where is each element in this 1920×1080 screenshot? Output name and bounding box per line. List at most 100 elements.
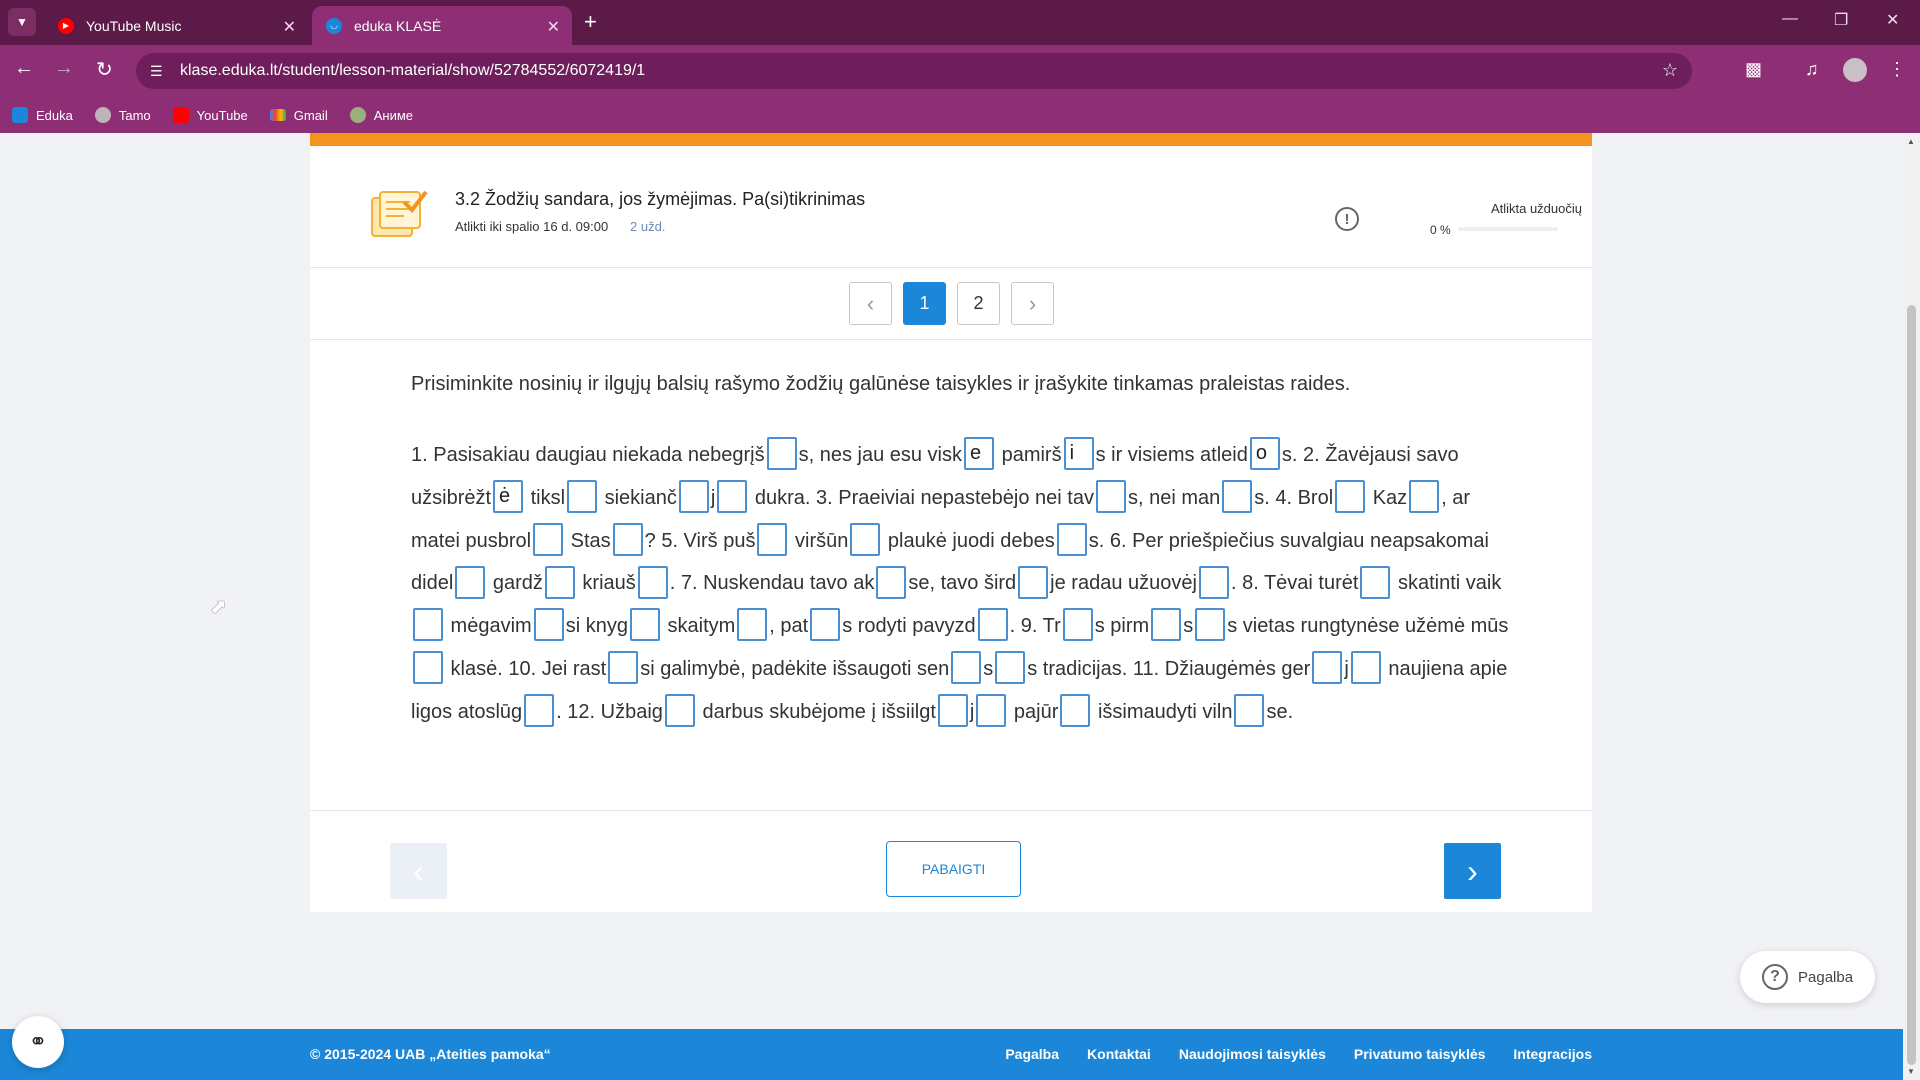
bookmark-anime[interactable]: Аниме — [349, 107, 413, 123]
letter-input[interactable] — [455, 565, 486, 599]
footer-link-integrations[interactable]: Integracijos — [1513, 1046, 1592, 1062]
help-button[interactable]: ? Pagalba — [1740, 951, 1875, 1003]
minimize-icon[interactable]: — — [1782, 10, 1798, 28]
letter-input[interactable] — [533, 522, 564, 556]
report-problem-icon[interactable]: ! — [1335, 207, 1359, 231]
tab-eduka-klase[interactable]: ◡ eduka KLASĖ ✕ — [312, 6, 572, 45]
letter-input[interactable] — [1060, 694, 1091, 727]
pager-page-1[interactable]: 1 — [903, 282, 946, 325]
letter-input[interactable] — [612, 522, 643, 556]
footer-links: Pagalba Kontaktai Naudojimosi taisyklės … — [977, 1046, 1592, 1062]
browser-menu-icon[interactable]: ⋮ — [1888, 59, 1906, 80]
letter-input[interactable] — [995, 651, 1026, 685]
letter-input[interactable] — [544, 565, 575, 599]
progress-percent: 0 % — [1430, 223, 1451, 237]
letter-input[interactable] — [1095, 480, 1126, 514]
previous-task-button[interactable]: ‹ — [390, 843, 447, 899]
footer-link-contacts[interactable]: Kontaktai — [1087, 1046, 1151, 1062]
letter-input[interactable] — [850, 522, 881, 556]
letter-input[interactable] — [567, 480, 598, 514]
letter-input[interactable] — [737, 608, 768, 642]
page-scrollbar[interactable]: ▲ ▼ — [1903, 133, 1920, 1080]
tab-youtube-music[interactable]: ▶ YouTube Music ✕ — [44, 6, 308, 45]
next-task-button[interactable]: › — [1444, 843, 1501, 899]
letter-input[interactable] — [533, 608, 564, 642]
site-info-icon[interactable]: ☰ — [150, 63, 168, 80]
letter-input[interactable]: e — [964, 437, 995, 471]
letter-input[interactable]: ė — [493, 480, 524, 514]
bookmark-gmail[interactable]: Gmail — [269, 108, 328, 123]
letter-input[interactable] — [1198, 565, 1229, 599]
close-tab-icon[interactable]: ✕ — [547, 17, 560, 37]
letter-input[interactable] — [678, 480, 709, 514]
new-tab-plus-icon[interactable]: + — [584, 9, 597, 35]
letter-input[interactable] — [1018, 565, 1049, 599]
tamo-icon — [94, 107, 111, 123]
bookmark-eduka[interactable]: Eduka — [12, 107, 73, 123]
letter-input[interactable] — [629, 608, 660, 642]
letter-input[interactable] — [757, 522, 788, 556]
letter-input[interactable] — [1222, 480, 1253, 514]
bookmark-tamo[interactable]: Tamo — [94, 107, 151, 123]
footer-link-help[interactable]: Pagalba — [1005, 1046, 1059, 1062]
letter-input[interactable] — [1195, 608, 1226, 642]
letter-input[interactable] — [413, 608, 443, 642]
exercise-text-segment: . 7. Nuskendau tavo ak — [669, 572, 875, 595]
exercise-text-segment: . 9. Tr — [1009, 615, 1061, 638]
letter-input[interactable] — [664, 694, 695, 727]
media-control-icon[interactable]: ♫ — [1805, 59, 1819, 80]
letter-input[interactable] — [1056, 522, 1087, 556]
letter-input[interactable] — [1350, 651, 1381, 685]
letter-input[interactable] — [976, 694, 1007, 727]
letter-input[interactable] — [1335, 480, 1366, 514]
exercise-text-segment: j — [1344, 657, 1349, 680]
letter-input[interactable] — [608, 651, 639, 685]
letter-input[interactable] — [937, 694, 968, 727]
address-bar[interactable]: ☰ klase.eduka.lt/student/lesson-material… — [136, 53, 1692, 89]
exercise-text-segment: s ir visiems atleid — [1095, 444, 1248, 466]
footer-link-privacy[interactable]: Privatumo taisyklės — [1354, 1046, 1486, 1062]
letter-input[interactable] — [1151, 608, 1182, 642]
accessibility-reader-icon[interactable]: ⚭ — [12, 1016, 64, 1068]
tab-search-chevron-icon[interactable]: ▼ — [8, 8, 36, 36]
letter-input[interactable]: o — [1249, 437, 1280, 471]
profile-avatar[interactable] — [1843, 58, 1867, 82]
task-navigation: ‹ PABAIGTI › — [310, 810, 1592, 912]
letter-input[interactable] — [717, 480, 748, 514]
letter-input[interactable] — [951, 651, 982, 685]
finish-button[interactable]: PABAIGTI — [886, 841, 1021, 897]
bookmark-youtube[interactable]: YouTube — [172, 107, 248, 123]
letter-input[interactable] — [1062, 608, 1093, 642]
reload-icon[interactable]: ↻ — [96, 57, 113, 82]
scroll-up-icon[interactable]: ▲ — [1907, 137, 1915, 146]
letter-input[interactable] — [1409, 480, 1440, 514]
scrollbar-thumb[interactable] — [1907, 305, 1916, 1065]
back-icon[interactable]: ← — [14, 57, 34, 80]
letter-input[interactable] — [1360, 565, 1391, 599]
restore-icon[interactable]: ❐ — [1834, 10, 1848, 30]
extensions-icon[interactable]: ▩ — [1745, 59, 1762, 80]
letter-input[interactable] — [876, 565, 907, 599]
exercise-text-segment: mėgavim — [445, 615, 532, 638]
letter-input[interactable] — [524, 694, 555, 727]
copyright-text: © 2015-2024 UAB „Ateities pamoka“ — [310, 1046, 551, 1062]
letter-input[interactable] — [810, 608, 841, 642]
exercise-text-segment: si galimybė, padėkite išsaugoti sen — [640, 657, 950, 680]
close-tab-icon[interactable]: ✕ — [283, 17, 296, 37]
letter-input[interactable]: i — [1063, 437, 1094, 471]
footer-link-terms[interactable]: Naudojimosi taisyklės — [1179, 1046, 1326, 1062]
letter-input[interactable] — [637, 565, 668, 599]
scroll-down-icon[interactable]: ▼ — [1907, 1067, 1915, 1076]
letter-input[interactable] — [766, 437, 797, 471]
pager-next-button[interactable]: › — [1011, 282, 1054, 325]
close-window-icon[interactable]: ✕ — [1886, 10, 1899, 30]
pager-page-2[interactable]: 2 — [957, 282, 1000, 325]
letter-input[interactable] — [977, 608, 1008, 642]
youtube-music-icon: ▶ — [58, 17, 74, 34]
pager-prev-button[interactable]: ‹ — [849, 282, 892, 325]
forward-icon[interactable]: → — [54, 57, 74, 80]
letter-input[interactable] — [1234, 694, 1265, 727]
letter-input[interactable] — [413, 651, 443, 685]
letter-input[interactable] — [1312, 651, 1343, 685]
bookmark-star-icon[interactable]: ☆ — [1662, 60, 1678, 81]
